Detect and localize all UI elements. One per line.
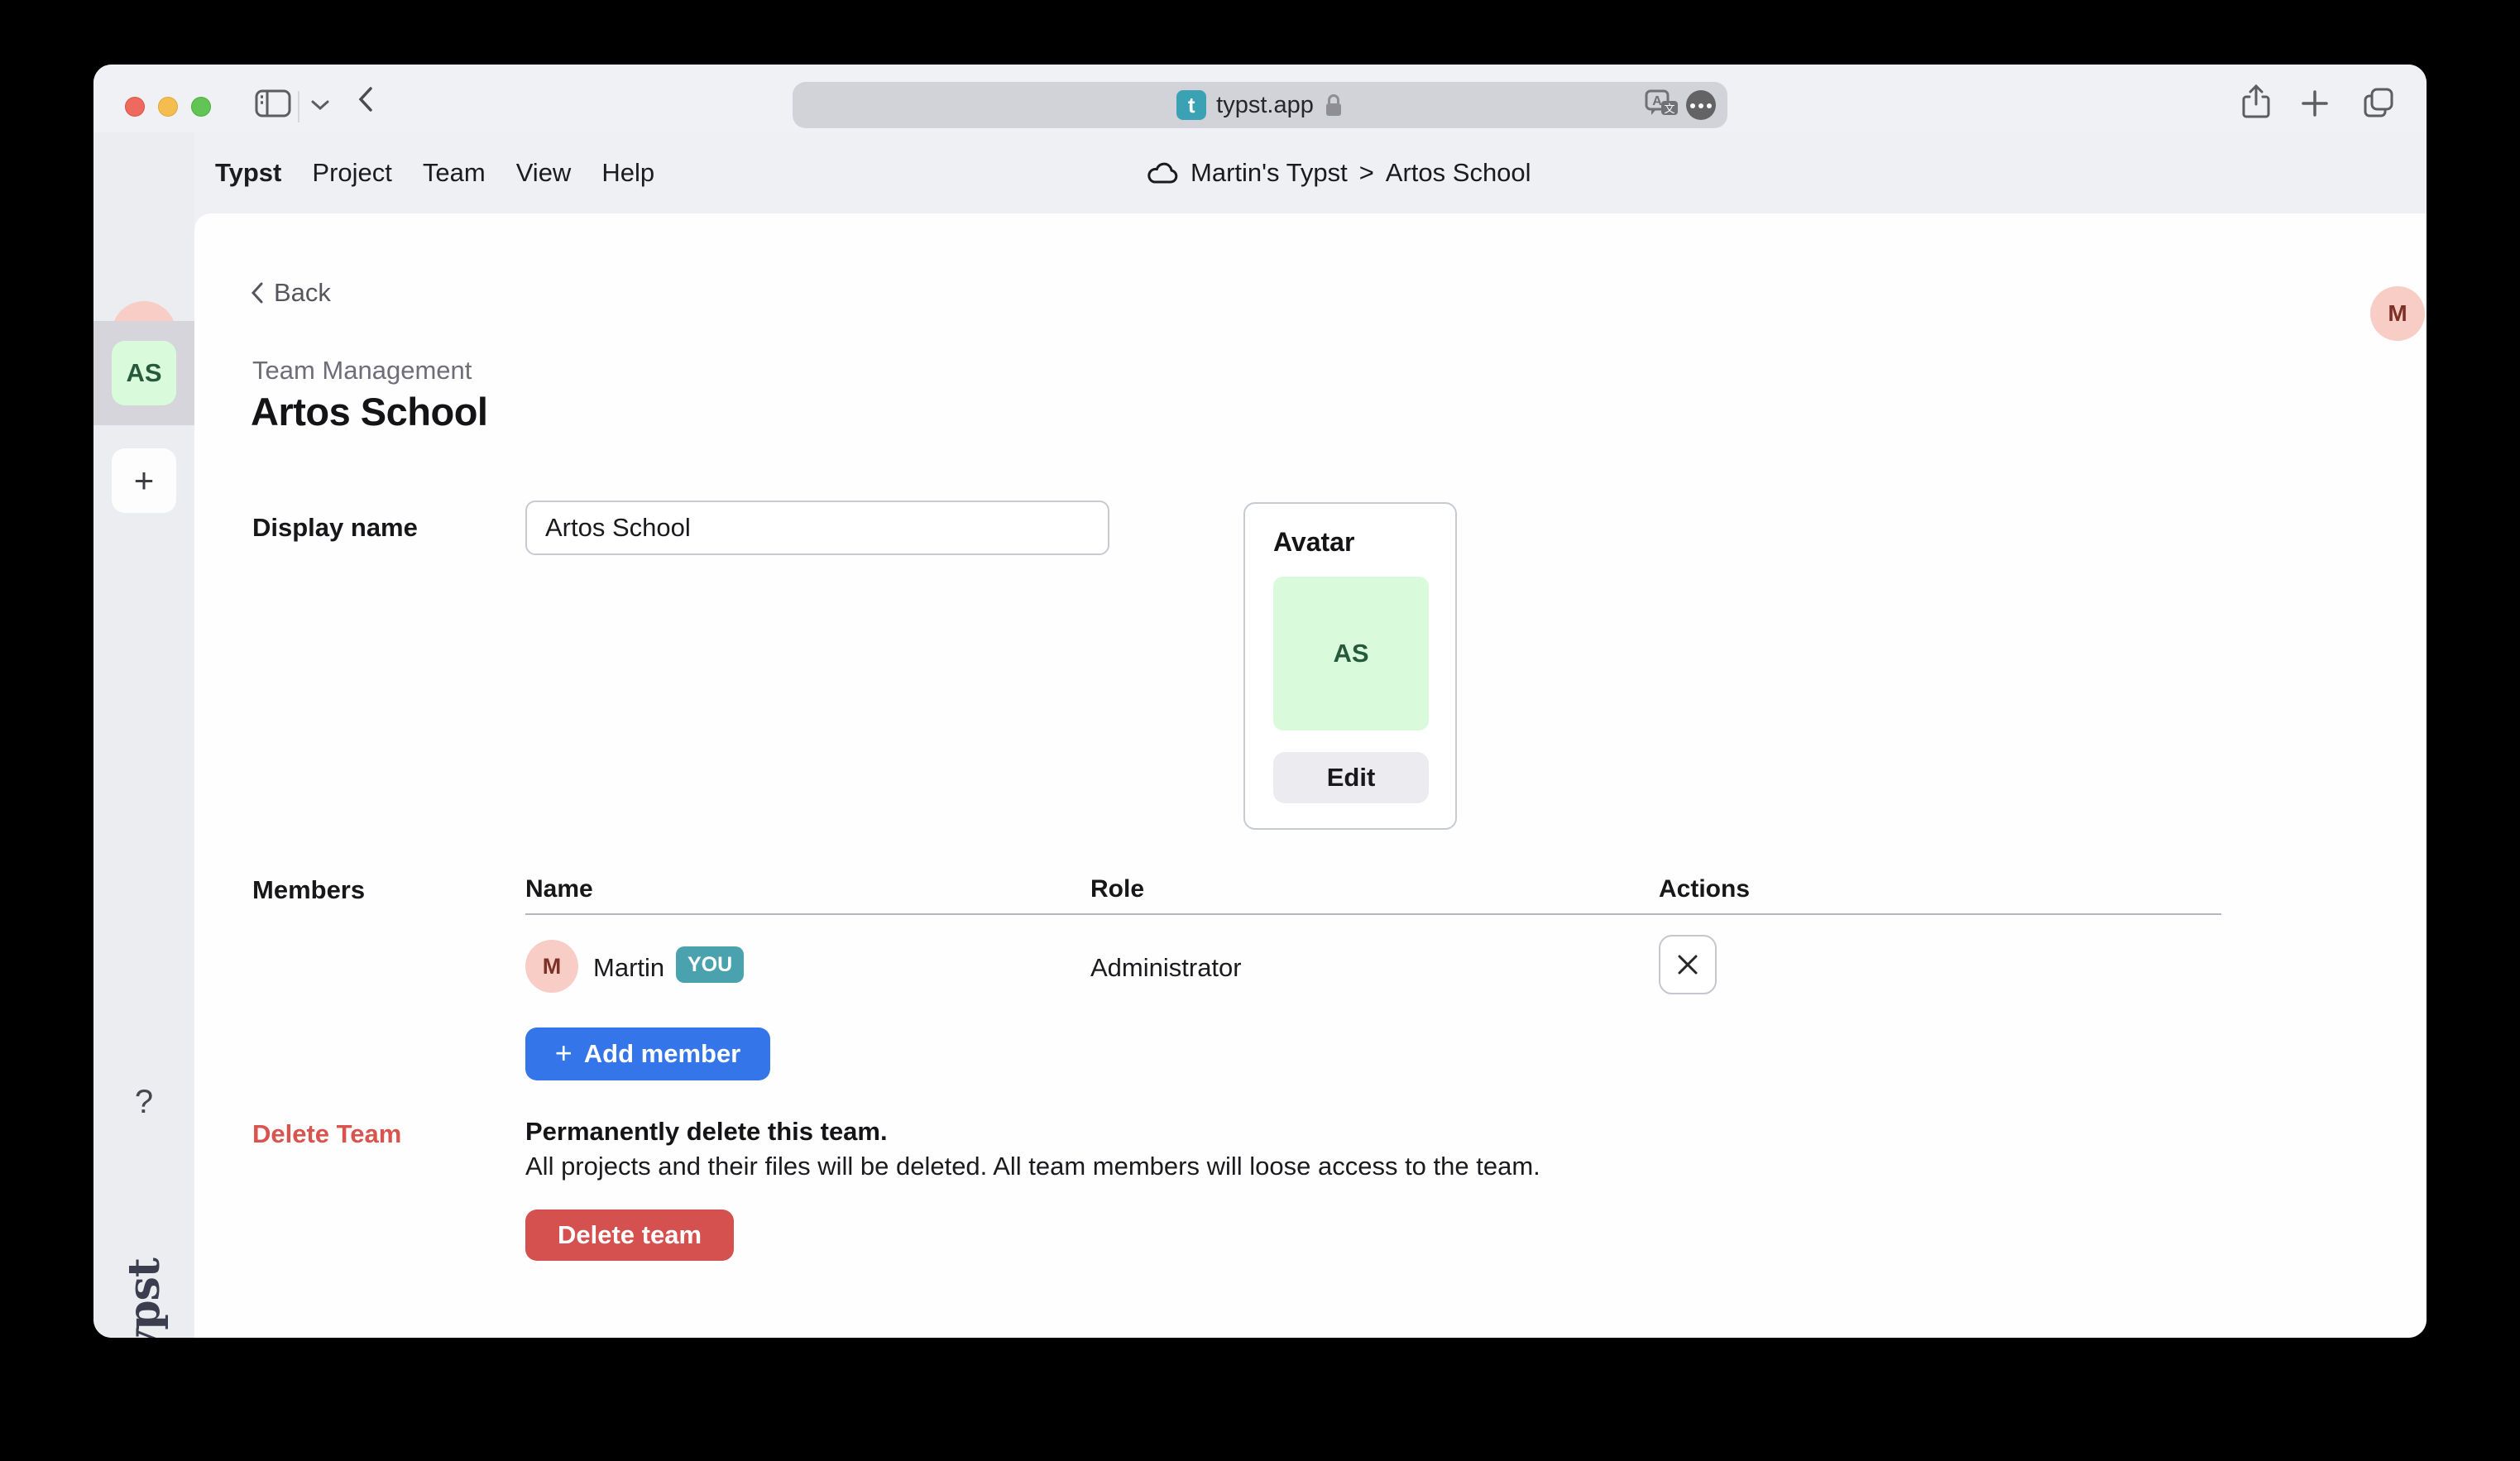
member-name: Martin — [593, 953, 664, 983]
breadcrumb-page: Artos School — [1386, 158, 1531, 188]
remove-member-button[interactable] — [1659, 935, 1717, 994]
app-menu-row: Typst Project Team View Help Martin's Ty… — [93, 132, 2427, 213]
avatar-card: Avatar AS Edit — [1243, 502, 1457, 830]
new-tab-icon[interactable] — [2301, 89, 2329, 117]
delete-team-section-label: Delete Team — [252, 1119, 401, 1149]
breadcrumb: Martin's Typst > Artos School — [1146, 132, 1531, 213]
back-navigation-icon[interactable] — [357, 86, 375, 113]
main-content: Back M Team Management Artos School Disp… — [194, 213, 2427, 1338]
browser-window: t typst.app A 文 — [93, 65, 2427, 1338]
add-member-button[interactable]: + Add member — [525, 1027, 770, 1080]
minimize-window-button[interactable] — [158, 97, 178, 117]
plus-icon: + — [555, 1036, 573, 1071]
display-name-input[interactable] — [525, 501, 1109, 555]
back-button[interactable]: Back — [251, 278, 331, 308]
close-window-button[interactable] — [125, 97, 145, 117]
team-avatar-preview: AS — [1273, 577, 1429, 730]
tab-overview-icon[interactable] — [2362, 86, 2395, 119]
translate-icon[interactable]: A 文 — [1645, 89, 1679, 121]
menu-typst[interactable]: Typst — [215, 158, 281, 188]
sidebar-toggle-icon[interactable] — [255, 89, 291, 117]
share-icon[interactable] — [2241, 84, 2271, 119]
back-label: Back — [274, 278, 331, 308]
display-name-label: Display name — [252, 513, 418, 543]
column-header-name: Name — [525, 875, 593, 903]
page-settings-icon[interactable] — [1686, 90, 1716, 120]
members-label: Members — [252, 875, 365, 905]
section-eyebrow: Team Management — [252, 356, 472, 386]
cloud-icon — [1146, 161, 1179, 184]
url-bar[interactable]: t typst.app A 文 — [793, 82, 1727, 128]
browser-chrome: t typst.app A 文 — [93, 65, 2427, 132]
menu-project[interactable]: Project — [312, 158, 391, 188]
url-text: typst.app — [1216, 92, 1314, 119]
delete-team-heading: Permanently delete this team. — [525, 1117, 888, 1147]
edit-avatar-button[interactable]: Edit — [1273, 752, 1429, 803]
table-header-divider — [525, 913, 2221, 915]
breadcrumb-team[interactable]: Martin's Typst — [1191, 158, 1348, 188]
app-menu: Typst Project Team View Help — [215, 132, 654, 213]
delete-team-description: All projects and their files will be del… — [525, 1152, 1540, 1181]
chevron-down-icon[interactable] — [310, 99, 330, 111]
page-title: Artos School — [251, 389, 487, 434]
column-header-role: Role — [1090, 875, 1144, 903]
toolbar-divider — [298, 91, 299, 122]
avatar-card-title: Avatar — [1273, 527, 1354, 558]
workspace-sidebar: M AS + ? typst — [93, 132, 194, 1338]
menu-team[interactable]: Team — [423, 158, 486, 188]
account-avatar[interactable]: M — [2370, 286, 2425, 341]
sidebar-team-avatar[interactable]: AS — [112, 341, 176, 405]
help-icon[interactable]: ? — [93, 1084, 194, 1121]
member-avatar: M — [525, 940, 578, 993]
breadcrumb-separator: > — [1359, 158, 1374, 188]
you-badge: YOU — [676, 946, 744, 983]
typst-logo: typst — [93, 1253, 194, 1338]
menu-help[interactable]: Help — [601, 158, 654, 188]
member-role: Administrator — [1090, 953, 1242, 983]
delete-team-button[interactable]: Delete team — [525, 1210, 734, 1261]
add-member-label: Add member — [584, 1039, 740, 1069]
svg-text:文: 文 — [1664, 103, 1674, 115]
zoom-window-button[interactable] — [191, 97, 211, 117]
svg-text:A: A — [1652, 94, 1662, 108]
site-favicon: t — [1176, 90, 1206, 120]
lock-icon — [1324, 93, 1344, 117]
menu-view[interactable]: View — [516, 158, 572, 188]
column-header-actions: Actions — [1659, 875, 1750, 903]
sidebar-add-team-button[interactable]: + — [112, 448, 176, 513]
